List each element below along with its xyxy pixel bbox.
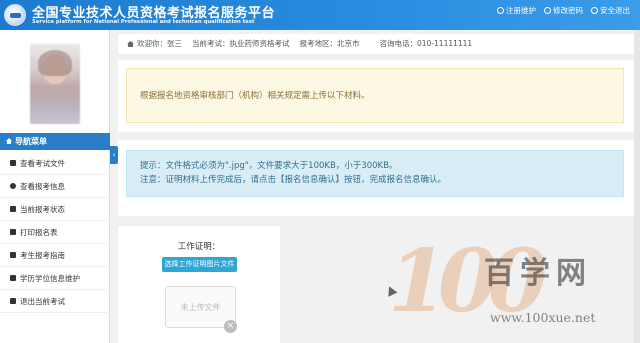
phone-label: 咨询电话： <box>379 39 418 48</box>
guide-icon <box>10 252 16 258</box>
register-link-label: 注册维护 <box>506 6 536 15</box>
tip-message: 提示：文件格式必须为".jpg"，文件要求大于100KB，小于300KB。 注意… <box>126 150 624 197</box>
welcome-label: 欢迎你： <box>137 39 167 48</box>
sidebar-item-label: 当前报考状态 <box>20 204 65 214</box>
sidebar-item-label: 退出当前考试 <box>20 296 65 306</box>
home-icon <box>127 41 134 47</box>
watermark-url: www.100xue.net <box>490 310 596 325</box>
sidebar-item-exit-exam[interactable]: 退出当前考试 <box>0 290 110 313</box>
tip-panel: 提示：文件格式必须为".jpg"，文件要求大于100KB，小于300KB。 注意… <box>118 140 634 216</box>
platform-subtitle: Service platform for National Profession… <box>32 19 255 25</box>
avatar <box>30 44 80 124</box>
change-password-label: 修改密码 <box>553 6 583 15</box>
sidebar-item-print-form[interactable]: 打印报名表 <box>0 221 110 244</box>
register-link[interactable]: 注册维护 <box>497 5 536 16</box>
region-label: 报考地区： <box>299 39 338 48</box>
page-scrollbar[interactable] <box>634 30 640 343</box>
key-icon <box>544 7 551 14</box>
user-info-bar: 欢迎你：张三 当前考试：执业药师资格考试 报考地区：北京市 咨询电话：010-1111… <box>118 34 634 54</box>
header-links: 注册维护 修改密码 安全退出 <box>497 5 630 16</box>
choose-file-button[interactable]: 选择工作证明图片文件 <box>162 257 237 272</box>
nav-menu-title: 导航菜单 <box>15 137 47 146</box>
nav-menu-header: 导航菜单 <box>0 133 110 150</box>
sidebar-item-registration-status[interactable]: 当前报考状态 <box>0 198 110 221</box>
warning-message: 根据报名地资格审核部门（机构）相关规定需上传以下材料。 <box>126 68 624 123</box>
sidebar-item-guide[interactable]: 考生报考指南 <box>0 244 110 267</box>
watermark-logo: 100 百学网 www.100xue.net <box>388 232 638 340</box>
warning-panel: 根据报名地资格审核部门（机构）相关规定需上传以下材料。 <box>118 60 634 132</box>
sidebar-item-label: 查看考试文件 <box>20 158 65 168</box>
home-icon <box>6 138 12 144</box>
sidebar-item-label: 打印报名表 <box>20 227 58 237</box>
exam-label: 当前考试： <box>192 39 230 48</box>
logout-label: 安全退出 <box>600 6 630 15</box>
change-password-link[interactable]: 修改密码 <box>544 5 583 16</box>
region-value: 北京市 <box>337 39 360 48</box>
exit-icon <box>10 298 16 304</box>
file-icon <box>10 160 16 166</box>
sidebar-item-exam-files[interactable]: 查看考试文件 <box>0 152 110 175</box>
tip-line-format: 提示：文件格式必须为".jpg"，文件要求大于100KB，小于300KB。 <box>140 161 398 171</box>
phone-value: 010-11111111 <box>417 39 473 48</box>
info-icon <box>10 183 16 189</box>
sidebar-item-education[interactable]: 学历学位信息维护 <box>0 267 110 290</box>
power-icon <box>591 7 598 14</box>
print-icon <box>10 229 16 235</box>
platform-logo-icon <box>4 4 26 26</box>
tip-line-note: 注意：证明材料上传完成后，请点击【报名信息确认】按钮，完成报名信息确认。 <box>140 175 447 185</box>
sidebar-item-label: 考生报考指南 <box>20 250 65 260</box>
upload-card-work-proof: 工作证明： 选择工作证明图片文件 未上传文件 × <box>118 226 280 343</box>
sidebar-item-label: 学历学位信息维护 <box>20 273 80 283</box>
logout-link[interactable]: 安全退出 <box>591 5 630 16</box>
upload-card-title: 工作证明： <box>177 242 221 252</box>
remove-file-icon[interactable]: × <box>224 320 237 333</box>
exam-value: 执业药师资格考试 <box>229 39 290 48</box>
sidebar-item-label: 查看报考信息 <box>20 181 65 191</box>
welcome-value: 张三 <box>167 39 182 48</box>
register-icon <box>497 7 504 14</box>
app-header: 全国专业技术人员资格考试报名服务平台 Service platform for … <box>0 0 640 30</box>
sidebar-item-registration-info[interactable]: 查看报考信息 <box>0 175 110 198</box>
graduation-icon <box>10 275 16 281</box>
sidebar-collapse-button[interactable]: ‹ <box>110 146 118 164</box>
watermark-brand: 百学网 <box>484 256 592 291</box>
monitor-icon <box>10 206 16 212</box>
nav-list: 查看考试文件 查看报考信息 当前报考状态 打印报名表 考生报考指南 学历学位信息… <box>0 152 110 313</box>
sidebar: 导航菜单 查看考试文件 查看报考信息 当前报考状态 打印报名表 考生报考指南 学… <box>0 30 110 343</box>
